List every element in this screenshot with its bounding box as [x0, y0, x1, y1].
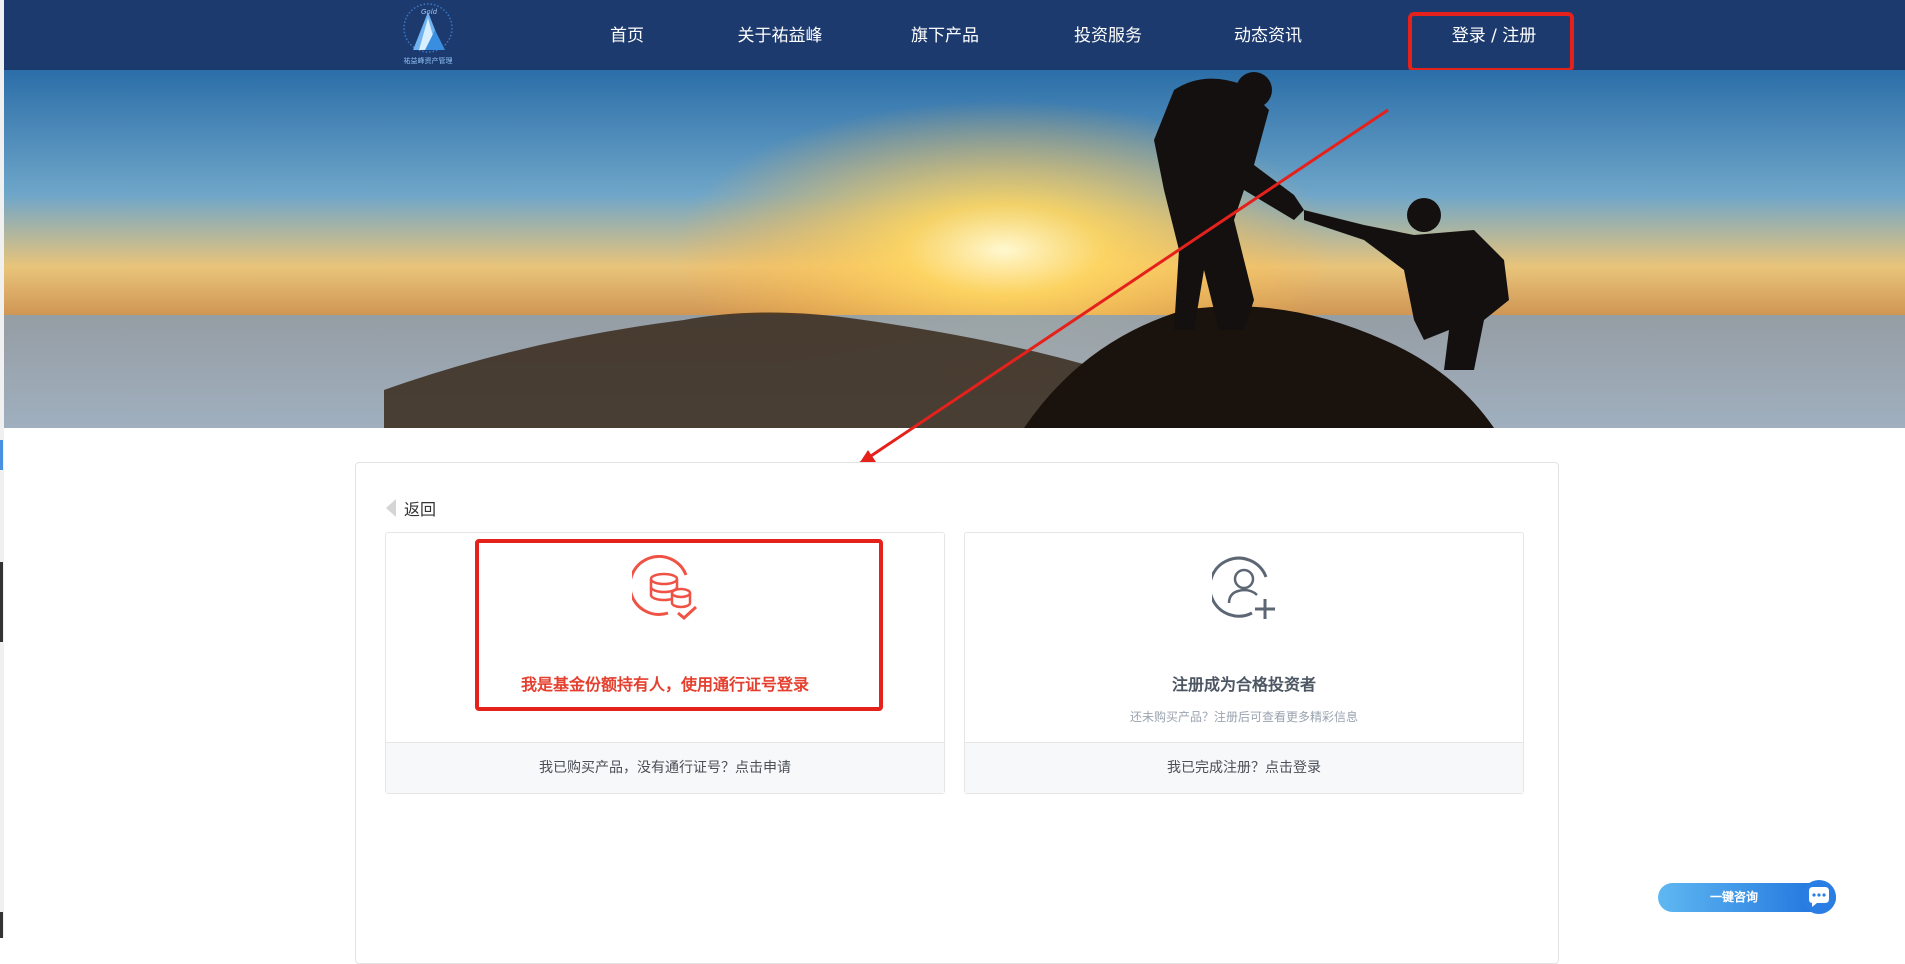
svg-text:Gold: Gold: [421, 8, 438, 16]
chat-bubble-icon: [1802, 880, 1836, 914]
card-register-footer-link[interactable]: 我已完成注册？点击登录: [965, 742, 1523, 793]
left-edge-mark: [0, 912, 3, 938]
caret-left-icon: [386, 499, 396, 517]
left-edge-mark: [0, 562, 3, 642]
consult-button[interactable]: 一键咨询: [1658, 880, 1836, 914]
consult-label: 一键咨询: [1710, 890, 1759, 904]
brand-logo[interactable]: Gold 祐益峰资产管理: [395, 2, 461, 68]
back-label: 返回: [404, 500, 437, 519]
card-register-title: 注册成为合格投资者: [1171, 675, 1316, 694]
user-plus-icon: [1212, 556, 1275, 619]
card-register-subtitle: 还未购买产品？注册后可查看更多精彩信息: [1129, 710, 1358, 724]
card-register[interactable]: 注册成为合格投资者 还未购买产品？注册后可查看更多精彩信息 我已完成注册？点击登…: [964, 532, 1524, 794]
card-holder-footer-link[interactable]: 我已购买产品，没有通行证号？点击申请: [386, 742, 944, 793]
login-highlight-box: [1408, 12, 1574, 72]
left-edge-mark: [0, 440, 3, 470]
nav-home[interactable]: 首页: [597, 0, 657, 70]
holder-highlight-box: [475, 539, 883, 711]
nav-news[interactable]: 动态资讯: [1218, 0, 1318, 70]
annotation-arrow: [837, 108, 1389, 490]
nav-products[interactable]: 旗下产品: [895, 0, 995, 70]
nav-about[interactable]: 关于祐益峰: [730, 0, 830, 70]
svg-text:祐益峰资产管理: 祐益峰资产管理: [404, 56, 453, 65]
back-button[interactable]: 返回: [386, 497, 436, 519]
nav-investment-services[interactable]: 投资服务: [1058, 0, 1158, 70]
